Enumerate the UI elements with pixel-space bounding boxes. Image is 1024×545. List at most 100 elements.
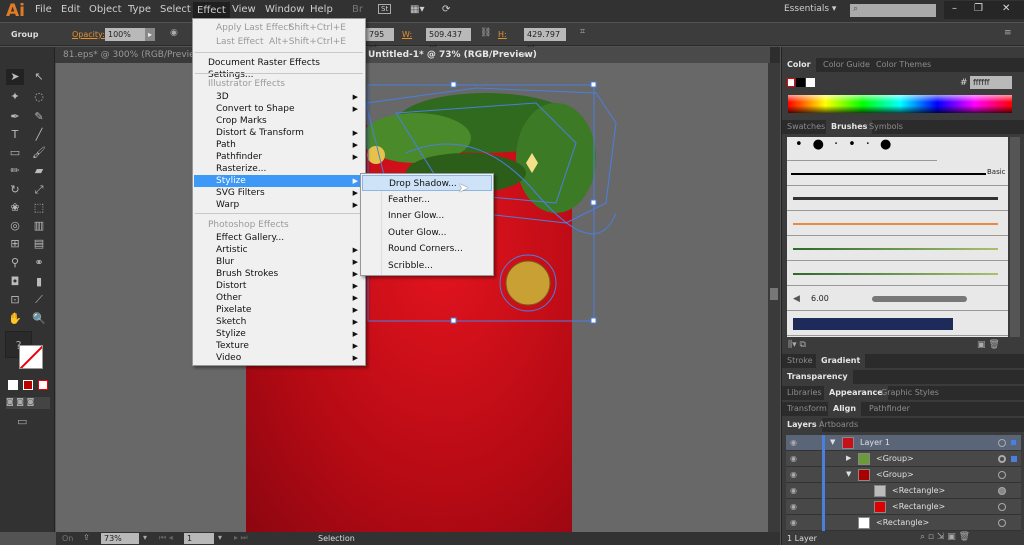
next-artboard-icon[interactable]: ▸ ⏭	[234, 533, 248, 543]
tab-libraries[interactable]: Libraries	[782, 386, 827, 400]
menu-item-warp[interactable]: Warp ▶	[194, 199, 364, 211]
submenu-item-outer-glow[interactable]: Outer Glow...	[362, 225, 492, 241]
brush-pattern[interactable]	[787, 312, 1008, 336]
opacity-field[interactable]: 100%	[105, 28, 145, 41]
visibility-eye-icon[interactable]: ◉	[790, 502, 797, 511]
gradient-mode-icon[interactable]	[23, 380, 33, 390]
type-tool-icon[interactable]: T	[6, 127, 24, 143]
mesh-tool-icon[interactable]: ⊞	[6, 236, 24, 252]
tab-symbols[interactable]: Symbols	[864, 120, 908, 134]
submenu-item-inner-glow[interactable]: Inner Glow...	[362, 208, 492, 224]
tab-transform[interactable]: Transform	[782, 402, 832, 416]
recolor-icon[interactable]: ◉	[170, 28, 178, 38]
sync-icon[interactable]: ⟳	[442, 4, 450, 15]
none-swatch[interactable]	[787, 78, 795, 87]
pencil-tool-icon[interactable]: ✏	[6, 163, 24, 179]
layer-row-rectangle-1[interactable]: ◉ <Rectangle>	[786, 483, 1021, 499]
submenu-item-feather[interactable]: Feather...	[362, 192, 492, 208]
menu-window[interactable]: Window	[265, 4, 304, 15]
rotate-tool-icon[interactable]: ↻	[6, 182, 24, 198]
menu-item-ps-stylize[interactable]: Stylize ▶	[194, 328, 364, 340]
rectangle-tool-icon[interactable]: ▭	[6, 145, 24, 161]
close-button[interactable]: ✕	[1002, 3, 1010, 14]
menu-item-ps-video[interactable]: Video ▶	[194, 352, 364, 364]
tab-artboards[interactable]: Artboards	[814, 418, 863, 432]
tab-color-themes[interactable]: Color Themes	[871, 58, 936, 72]
tab-color-guide[interactable]: Color Guide	[818, 58, 875, 72]
layer-row-group-1[interactable]: ◉ ▶ <Group>	[786, 451, 1021, 467]
brush-basic[interactable]: Basic	[787, 162, 1008, 186]
target-icon[interactable]	[998, 487, 1006, 495]
selection-tool-icon[interactable]: ➤	[6, 69, 24, 85]
layer-row-rectangle-2[interactable]: ◉ <Rectangle>	[786, 499, 1021, 515]
visibility-eye-icon[interactable]: ◉	[790, 518, 797, 527]
zoom-tool-icon[interactable]: 🔍	[30, 311, 48, 327]
control-menu-icon[interactable]: ≡	[1004, 28, 1012, 38]
new-brush-icon[interactable]: ▣ 🗑	[977, 340, 1000, 350]
menu-help[interactable]: Help	[310, 4, 333, 15]
draw-mode-icon[interactable]: ◙ ◙ ◙	[6, 397, 50, 409]
menu-item-ps-blur[interactable]: Blur ▶	[194, 256, 364, 268]
pen-tool-icon[interactable]: ✒	[6, 109, 24, 125]
tab-gradient[interactable]: Gradient	[816, 354, 866, 368]
brush-charcoal[interactable]	[787, 187, 1008, 211]
vertical-scrollbar[interactable]	[768, 63, 780, 532]
color-spectrum[interactable]	[788, 95, 1012, 113]
menu-item-crop-marks[interactable]: Crop Marks	[194, 115, 364, 127]
stock-icon[interactable]: St	[378, 4, 392, 14]
calligraphic-brushes[interactable]: •●·•·●	[787, 137, 937, 161]
share-icon[interactable]: ⇪	[83, 533, 90, 542]
none-mode-icon[interactable]	[38, 380, 48, 390]
target-icon[interactable]	[998, 503, 1006, 511]
line-tool-icon[interactable]: ╱	[30, 127, 48, 143]
visibility-eye-icon[interactable]: ◉	[790, 454, 797, 463]
canvas[interactable]	[56, 63, 768, 532]
brush-green-1[interactable]	[787, 237, 1008, 261]
eyedropper-icon[interactable]: ⚲	[6, 255, 24, 271]
free-transform-icon[interactable]: ⬚	[30, 200, 48, 216]
eraser-tool-icon[interactable]: ▰	[30, 163, 48, 179]
menu-item-3d[interactable]: 3D ▶	[194, 91, 364, 103]
white-swatch[interactable]	[806, 78, 815, 87]
warp-tool-icon[interactable]: ❀	[6, 200, 24, 216]
direct-selection-tool-icon[interactable]: ↖	[30, 69, 48, 85]
slice-tool-icon[interactable]: ⟋	[30, 292, 48, 308]
zoom-dropdown-icon[interactable]: ▾	[143, 533, 147, 542]
gradient-tool-icon[interactable]: ▤	[30, 236, 48, 252]
submenu-item-drop-shadow[interactable]: Drop Shadow...	[362, 175, 492, 191]
menu-item-document-raster-effects[interactable]: Document Raster Effects Settings...	[194, 57, 364, 80]
submenu-item-scribble[interactable]: Scribble...	[362, 258, 492, 274]
perspective-grid-icon[interactable]: ▥	[30, 218, 48, 234]
first-artboard-icon[interactable]: ⏮ ◂	[159, 533, 173, 543]
graph-tool-icon[interactable]: ▮	[30, 274, 48, 290]
menu-item-apply-last-effect[interactable]: Apply Last Effect Shift+Ctrl+E	[194, 22, 364, 34]
zoom-field[interactable]: 73%	[101, 533, 139, 544]
target-icon[interactable]	[998, 439, 1006, 447]
tab-transparency[interactable]: Transparency	[782, 370, 853, 384]
menu-view[interactable]: View	[232, 4, 256, 15]
x-field[interactable]: 795 pt	[366, 28, 394, 52]
tab-color[interactable]: Color	[782, 58, 816, 72]
artboard-dropdown-icon[interactable]: ▾	[218, 533, 222, 542]
bridge-icon[interactable]: Br	[352, 4, 363, 15]
transform-icon[interactable]: ⌗	[580, 27, 585, 37]
menu-item-rasterize[interactable]: Rasterize...	[194, 163, 364, 175]
workspace-switcher[interactable]: Essentials ▾	[784, 4, 836, 14]
layer-row-rectangle-3[interactable]: ◉ <Rectangle>	[786, 515, 1021, 531]
artboard-field[interactable]: 1	[184, 533, 214, 544]
scale-tool-icon[interactable]: ⤢	[30, 182, 48, 198]
menu-item-ps-brush-strokes[interactable]: Brush Strokes ▶	[194, 268, 364, 280]
tab-graphic-styles[interactable]: Graphic Styles	[876, 386, 944, 400]
menu-select[interactable]: Select	[160, 4, 191, 15]
brush-bristle[interactable]: ◀ 6.00	[787, 287, 1008, 311]
height-field[interactable]: 429.797 pt	[524, 28, 566, 52]
paintbrush-tool-icon[interactable]: 🖌	[30, 145, 48, 161]
submenu-item-round-corners[interactable]: Round Corners...	[362, 241, 492, 257]
layer-row-layer-1[interactable]: ◉ ▼ Layer 1	[786, 435, 1021, 451]
tab-align[interactable]: Align	[828, 402, 862, 416]
expand-icon[interactable]: ▶	[846, 454, 851, 462]
menu-item-pathfinder[interactable]: Pathfinder ▶	[194, 151, 364, 163]
menu-item-distort-transform[interactable]: Distort & Transform ▶	[194, 127, 364, 139]
selection-indicator[interactable]	[1011, 456, 1017, 462]
menu-item-last-effect[interactable]: Last Effect Alt+Shift+Ctrl+E	[194, 36, 364, 48]
